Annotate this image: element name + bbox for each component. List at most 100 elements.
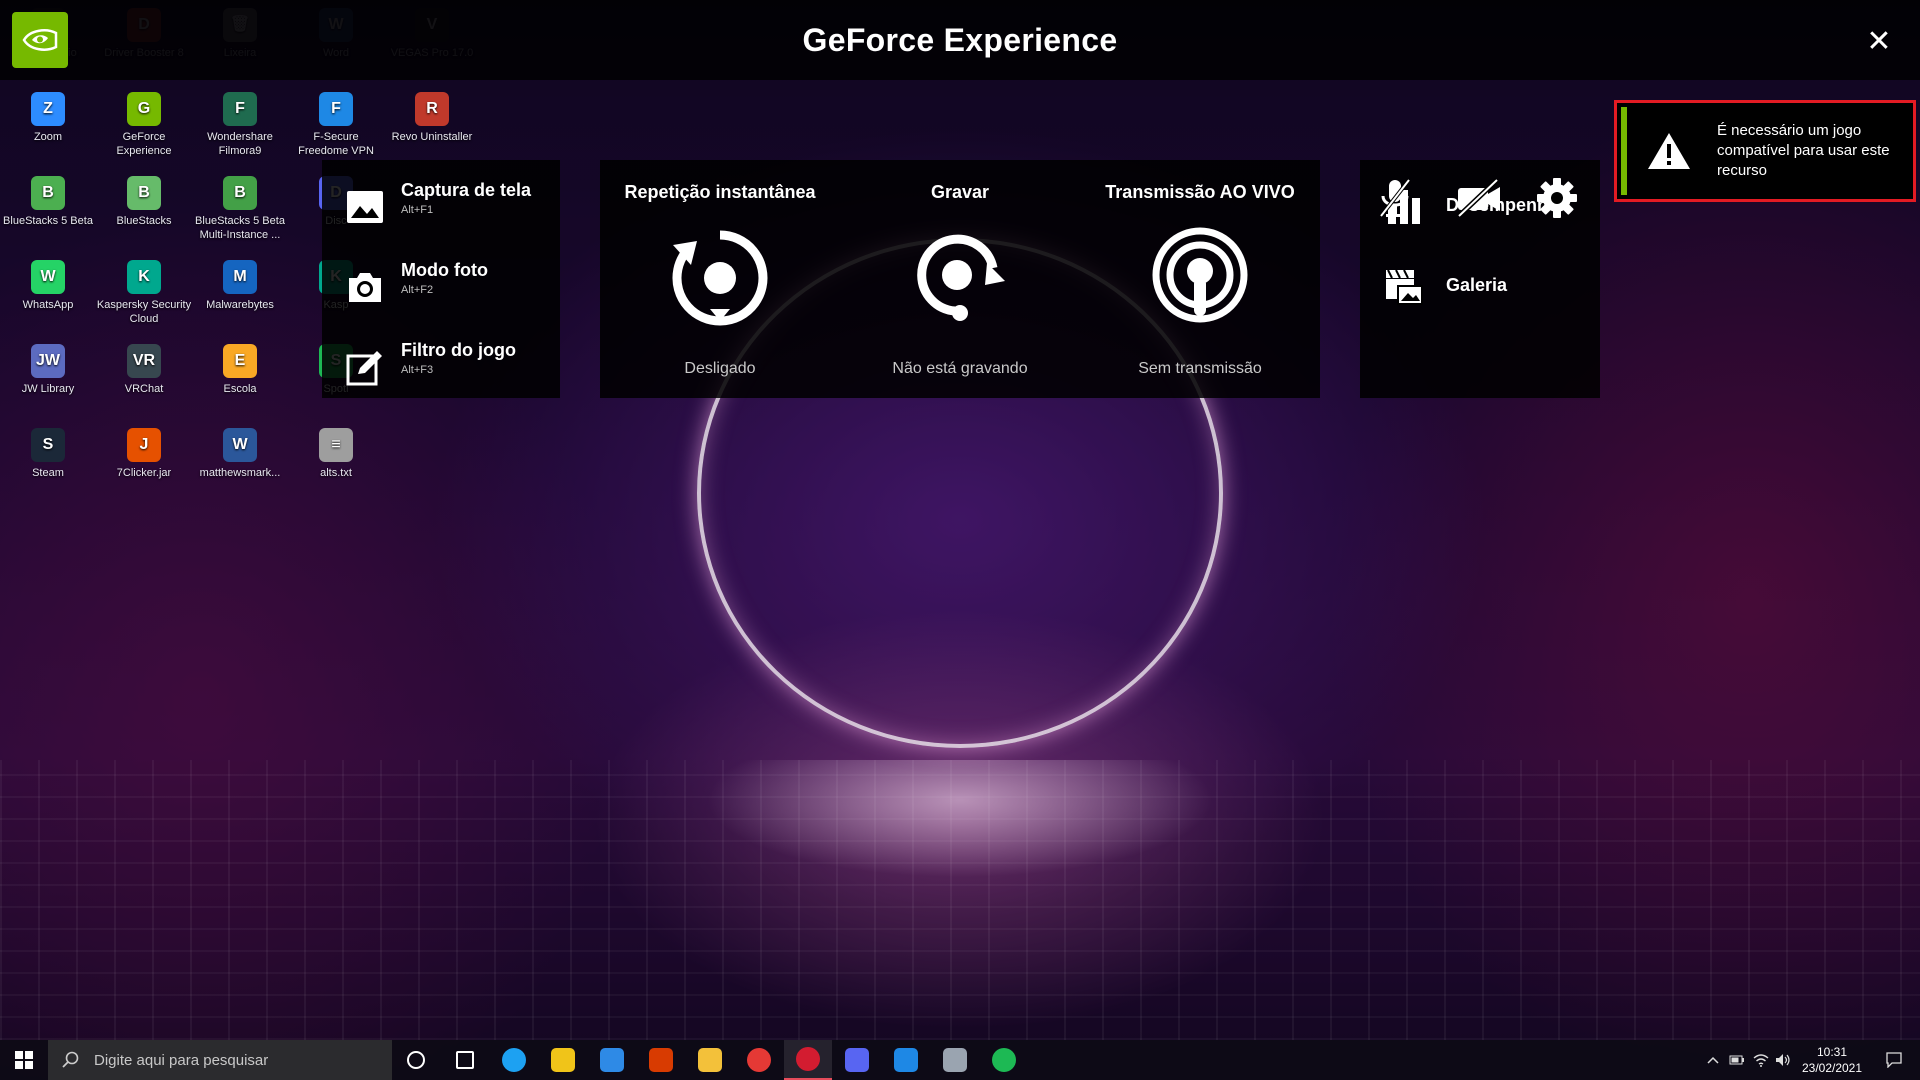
discord-icon [845, 1048, 869, 1072]
taskbar: Digite aqui para pesquisar 10:31 23/02/2… [0, 1040, 1920, 1080]
taskbar-app-button[interactable] [931, 1040, 979, 1080]
security-icon [894, 1048, 918, 1072]
image-icon [347, 191, 383, 223]
clock-date: 23/02/2021 [1801, 1061, 1863, 1075]
taskbar-app-button[interactable] [392, 1040, 440, 1080]
warning-icon [1648, 133, 1690, 169]
game-filter-title: Filtro do jogo [401, 340, 516, 360]
wallpaper-floor [0, 760, 1920, 1040]
desktop-icon[interactable]: Wmatthewsmark... [192, 428, 288, 480]
taskbar-app-button[interactable] [588, 1040, 636, 1080]
desktop-icon-label: 7Clicker.jar [116, 467, 172, 479]
spotify-icon [992, 1048, 1016, 1072]
desktop-icon-label: BlueStacks 5 Beta Multi-Instance ... [195, 215, 285, 241]
screenshot-button[interactable]: Captura de tela Alt+F1 [346, 180, 556, 240]
instant-replay-title: Repetição instantânea [624, 182, 816, 202]
desktop-icon-label: VRChat [124, 383, 164, 395]
broadcast-button[interactable]: Transmissão AO VIVO Sem transmissão [1080, 160, 1320, 398]
battery-tray-button[interactable] [1726, 1040, 1748, 1080]
task-view-icon [456, 1051, 474, 1069]
gear-icon [1537, 178, 1577, 218]
desktop-icon-label: Wondershare Filmora9 [207, 131, 273, 157]
taskbar-app-button[interactable] [980, 1040, 1028, 1080]
microphone-off-button[interactable] [1375, 176, 1425, 222]
clock-time: 10:31 [1816, 1045, 1848, 1059]
desktop-icon[interactable]: B BlueStacks [96, 176, 192, 228]
instant-replay-icon [672, 230, 768, 326]
taskbar-app-button[interactable] [784, 1040, 832, 1080]
taskbar-app-button[interactable] [637, 1040, 685, 1080]
desktop-icon[interactable]: K Kaspersky Security Cloud [96, 260, 192, 326]
desktop-icon[interactable]: J 7Clicker.jar [96, 428, 192, 480]
desktop-icon-label: matthewsmark... [199, 467, 281, 479]
taskbar-app-button[interactable] [882, 1040, 930, 1080]
taskbar-app-button[interactable] [490, 1040, 538, 1080]
show-hidden-icons-button[interactable] [1702, 1040, 1724, 1080]
photo-mode-hotkey: Alt+F2 [401, 284, 434, 296]
gallery-button[interactable]: Galeria [1384, 260, 1584, 312]
game-filter-hotkey: Alt+F3 [401, 364, 434, 376]
opera-icon [796, 1047, 820, 1071]
desktop-icon-label: Zoom [33, 131, 63, 143]
app-icon: ≡ [319, 428, 353, 462]
desktop-icon-label: JW Library [21, 383, 75, 395]
instant-replay-status: Desligado [684, 360, 756, 377]
notifications-button[interactable] [1874, 1040, 1914, 1080]
taskbar-app-button[interactable] [441, 1040, 489, 1080]
desktop-icon[interactable]: S Steam [0, 428, 96, 480]
store-icon [551, 1048, 575, 1072]
taskbar-app-button[interactable] [833, 1040, 881, 1080]
desktop-icon[interactable]: B BlueStacks 5 Beta [0, 176, 96, 228]
app-icon: W [31, 260, 65, 294]
broadcast-status: Sem transmissão [1138, 360, 1262, 377]
settings-button[interactable] [1535, 176, 1585, 222]
desktop-icon[interactable]: G GeForce Experience [96, 92, 192, 158]
instant-replay-button[interactable]: Repetição instantânea Desligado [600, 160, 840, 398]
taskbar-app-button[interactable] [686, 1040, 734, 1080]
overlay-top-bar: GeForce Experience ✕ [0, 0, 1920, 80]
app-icon: B [127, 176, 161, 210]
notification-message: É necessário um jogo compatível para usa… [1717, 122, 1890, 179]
search-icon [62, 1051, 79, 1068]
tools-panel: Desempenho Galeria [1360, 160, 1600, 398]
camera-off-icon [1457, 178, 1500, 218]
app-icon: F [223, 92, 257, 126]
game-filter-button[interactable]: Filtro do jogo Alt+F3 [346, 340, 556, 400]
record-status: Não está gravando [892, 360, 1028, 377]
start-button[interactable] [0, 1040, 48, 1080]
desktop-icon[interactable]: JW JW Library [0, 344, 96, 396]
desktop-icon[interactable]: M Malwarebytes [192, 260, 288, 312]
taskbar-clock[interactable]: 10:31 23/02/2021 [1792, 1044, 1872, 1076]
desktop-icon[interactable]: B BlueStacks 5 Beta Multi-Instance ... [192, 176, 288, 242]
edge-icon [502, 1048, 526, 1072]
app-icon: Z [31, 92, 65, 126]
screenshot-title: Captura de tela [401, 180, 532, 200]
desktop-icon[interactable]: W WhatsApp [0, 260, 96, 312]
desktop-icon[interactable]: Z Zoom [0, 92, 96, 144]
photo-mode-button[interactable]: Modo foto Alt+F2 [346, 260, 556, 320]
app-icon: F [319, 92, 353, 126]
desktop-icon[interactable]: E Escola [192, 344, 288, 396]
desktop-icon[interactable]: F F-Secure Freedome VPN [288, 92, 384, 158]
desktop-icon[interactable]: VR VRChat [96, 344, 192, 396]
taskbar-search-box[interactable]: Digite aqui para pesquisar [48, 1040, 392, 1080]
desktop-icon[interactable]: F Wondershare Filmora9 [192, 92, 288, 158]
edit-icon [346, 351, 382, 386]
record-button[interactable]: Gravar Não está gravando [840, 160, 1080, 398]
volume-tray-button[interactable] [1772, 1040, 1794, 1080]
record-icon [917, 234, 1005, 321]
broadcast-title: Transmissão AO VIVO [1105, 182, 1295, 202]
app-icon: E [223, 344, 257, 378]
network-tray-button[interactable] [1750, 1040, 1772, 1080]
action-center-icon [1886, 1052, 1902, 1068]
desktop-icon[interactable]: ≡ alts.txt [288, 428, 384, 480]
app-icon: S [31, 428, 65, 462]
camera-off-button[interactable] [1455, 176, 1505, 222]
taskbar-app-button[interactable] [735, 1040, 783, 1080]
chevron-up-icon [1707, 1056, 1719, 1064]
taskbar-app-button[interactable] [539, 1040, 587, 1080]
close-button[interactable]: ✕ [1860, 22, 1898, 60]
photo-mode-title: Modo foto [401, 260, 488, 280]
desktop-icon[interactable]: R Revo Uninstaller [384, 92, 480, 144]
screenshot-hotkey: Alt+F1 [401, 204, 434, 216]
